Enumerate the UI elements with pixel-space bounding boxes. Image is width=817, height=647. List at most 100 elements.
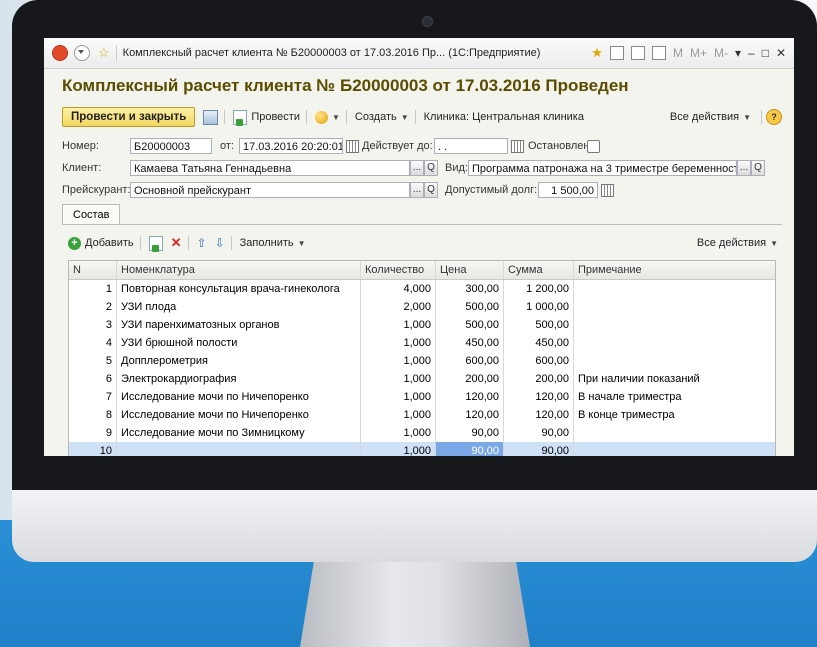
- delete-icon[interactable]: ✕: [171, 235, 182, 251]
- cell-price[interactable]: 450,00: [436, 334, 504, 352]
- cell-quantity[interactable]: 2,000: [361, 298, 436, 316]
- fill-menu-button[interactable]: Заполнить ▼: [240, 237, 306, 249]
- cell-quantity[interactable]: 1,000: [361, 424, 436, 442]
- menu-dropdown-icon[interactable]: [74, 45, 90, 61]
- header-price[interactable]: Цена: [436, 261, 504, 279]
- cell-note[interactable]: [574, 424, 775, 442]
- cell-n[interactable]: 2: [69, 298, 117, 316]
- cell-sum[interactable]: 90,00: [504, 442, 574, 456]
- link-icon[interactable]: [609, 46, 624, 60]
- number-field[interactable]: Б20000003: [130, 138, 212, 154]
- valid-until-field[interactable]: . .: [434, 138, 508, 154]
- calculator-icon[interactable]: [601, 184, 614, 197]
- cell-note[interactable]: [574, 334, 775, 352]
- cell-quantity[interactable]: 1,000: [361, 370, 436, 388]
- memory-minus-button[interactable]: M-: [714, 46, 728, 60]
- calendar-icon[interactable]: [651, 46, 666, 60]
- cell-quantity[interactable]: 1,000: [361, 406, 436, 424]
- post-and-close-button[interactable]: Провести и закрыть: [62, 107, 196, 127]
- search-icon[interactable]: Q: [424, 182, 438, 198]
- clinic-link[interactable]: Клиника: Центральная клиника: [424, 111, 584, 123]
- cell-n[interactable]: 6: [69, 370, 117, 388]
- cell-note[interactable]: [574, 316, 775, 334]
- cell-quantity[interactable]: 1,000: [361, 334, 436, 352]
- cell-quantity[interactable]: 4,000: [361, 280, 436, 298]
- header-sum[interactable]: Сумма: [504, 261, 574, 279]
- search-icon[interactable]: Q: [751, 160, 765, 176]
- move-down-icon[interactable]: ⇩: [215, 236, 225, 250]
- table-row[interactable]: 9 Исследование мочи по Зимницкому 1,000 90,…: [69, 424, 775, 442]
- cell-item[interactable]: Электрокардиография: [117, 370, 361, 388]
- client-select-button[interactable]: ...: [410, 160, 424, 176]
- post-button[interactable]: Провести: [233, 109, 300, 126]
- cell-quantity[interactable]: 1,000: [361, 442, 436, 456]
- cell-sum[interactable]: 90,00: [504, 424, 574, 442]
- date-field[interactable]: 17.03.2016 20:20:01: [239, 138, 343, 154]
- cell-quantity[interactable]: 1,000: [361, 352, 436, 370]
- header-item[interactable]: Номенклатура: [117, 261, 361, 279]
- tab-composition[interactable]: Состав: [62, 204, 121, 225]
- cell-note[interactable]: [574, 298, 775, 316]
- cell-sum[interactable]: 1 000,00: [504, 298, 574, 316]
- cell-n[interactable]: 10: [69, 442, 117, 456]
- cell-item[interactable]: УЗИ брюшной полости: [117, 334, 361, 352]
- print-menu-button[interactable]: ▼: [314, 110, 340, 124]
- header-quantity[interactable]: Количество: [361, 261, 436, 279]
- table-row[interactable]: 4 УЗИ брюшной полости 1,000 450,00 450,00: [69, 334, 775, 352]
- price-list-select-button[interactable]: ...: [410, 182, 424, 198]
- cell-note[interactable]: В конце триместра: [574, 406, 775, 424]
- cell-quantity[interactable]: 1,000: [361, 388, 436, 406]
- type-field[interactable]: Программа патронажа на 3 триместре берем…: [468, 160, 737, 176]
- grid-all-actions-menu[interactable]: Все действия ▼: [697, 237, 778, 249]
- cell-sum[interactable]: 200,00: [504, 370, 574, 388]
- maximize-icon[interactable]: □: [762, 46, 769, 60]
- all-actions-menu[interactable]: Все действия ▼ ?: [670, 109, 782, 125]
- cell-price[interactable]: 120,00: [436, 388, 504, 406]
- cell-sum[interactable]: 450,00: [504, 334, 574, 352]
- add-button[interactable]: + Добавить: [68, 236, 134, 250]
- cell-price[interactable]: 90,00: [436, 424, 504, 442]
- cell-price[interactable]: 300,00: [436, 280, 504, 298]
- cell-sum[interactable]: 120,00: [504, 388, 574, 406]
- save-button[interactable]: [203, 109, 219, 125]
- cell-item[interactable]: [117, 442, 361, 456]
- cell-note[interactable]: [574, 280, 775, 298]
- cell-item[interactable]: УЗИ плода: [117, 298, 361, 316]
- memory-plus-button[interactable]: M+: [690, 46, 707, 60]
- cell-note[interactable]: При наличии показаний: [574, 370, 775, 388]
- copy-button[interactable]: [148, 235, 163, 252]
- allowed-debt-field[interactable]: 1 500,00: [538, 182, 598, 198]
- cell-n[interactable]: 8: [69, 406, 117, 424]
- calendar-icon[interactable]: [346, 140, 359, 153]
- cell-n[interactable]: 1: [69, 280, 117, 298]
- client-field[interactable]: Камаева Татьяна Геннадьевна: [130, 160, 410, 176]
- table-row[interactable]: 3 УЗИ паренхиматозных органов 1,000 500,00 5…: [69, 316, 775, 334]
- app-logo-icon[interactable]: [52, 45, 68, 61]
- table-row[interactable]: 7 Исследование мочи по Ничепоренко 1,000 12…: [69, 388, 775, 406]
- move-up-icon[interactable]: ⇧: [197, 236, 207, 250]
- cell-note[interactable]: В начале триместра: [574, 388, 775, 406]
- cell-n[interactable]: 3: [69, 316, 117, 334]
- add-favorite-icon[interactable]: ★: [591, 45, 603, 61]
- help-icon[interactable]: ?: [766, 109, 782, 125]
- cell-price[interactable]: 90,00: [436, 442, 504, 456]
- cell-sum[interactable]: 1 200,00: [504, 280, 574, 298]
- cell-n[interactable]: 4: [69, 334, 117, 352]
- chevron-down-icon[interactable]: ▾: [735, 46, 741, 60]
- cell-sum[interactable]: 120,00: [504, 406, 574, 424]
- cell-sum[interactable]: 600,00: [504, 352, 574, 370]
- table-row[interactable]: 5 Допплерометрия 1,000 600,00 600,00: [69, 352, 775, 370]
- cell-sum[interactable]: 500,00: [504, 316, 574, 334]
- cell-item[interactable]: УЗИ паренхиматозных органов: [117, 316, 361, 334]
- table-row[interactable]: 2 УЗИ плода 2,000 500,00 1 000,00: [69, 298, 775, 316]
- cell-item[interactable]: Повторная консультация врача-гинеколога: [117, 280, 361, 298]
- memory-button[interactable]: M: [673, 46, 683, 60]
- header-note[interactable]: Примечание: [574, 261, 775, 279]
- minimize-icon[interactable]: –: [748, 46, 755, 60]
- cell-price[interactable]: 120,00: [436, 406, 504, 424]
- cell-n[interactable]: 7: [69, 388, 117, 406]
- create-menu-button[interactable]: Создать ▼: [355, 111, 409, 123]
- cell-n[interactable]: 5: [69, 352, 117, 370]
- cell-quantity[interactable]: 1,000: [361, 316, 436, 334]
- stopped-checkbox[interactable]: [587, 140, 600, 153]
